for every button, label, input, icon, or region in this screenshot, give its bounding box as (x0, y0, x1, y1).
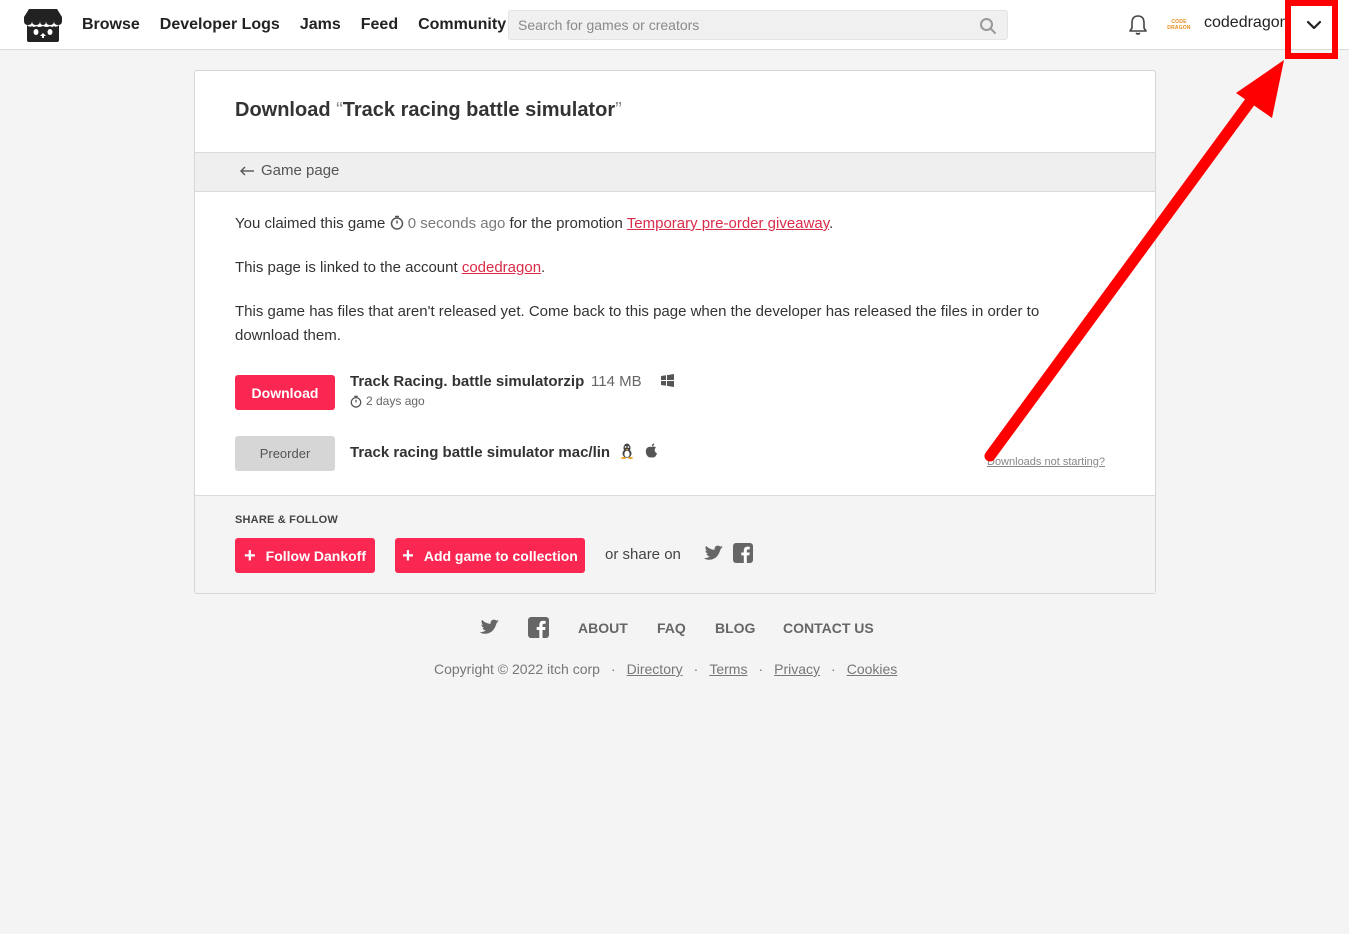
download-button[interactable]: Download (235, 375, 335, 410)
user-menu-dropdown-button[interactable] (1298, 8, 1330, 42)
game-title: Track racing battle simulator (342, 99, 616, 121)
stopwatch-icon (350, 395, 362, 408)
nav-browse[interactable]: Browse (82, 16, 140, 34)
file-name: Track Racing. battle simulatorzip (350, 373, 585, 390)
separator: · (758, 661, 764, 677)
privacy-link[interactable]: Privacy (774, 661, 820, 677)
chevron-down-icon (1306, 20, 1322, 30)
arrow-left-icon (240, 166, 254, 175)
username[interactable]: codedragon (1204, 14, 1289, 32)
add-to-collection-button[interactable]: + Add game to collection (395, 538, 585, 573)
share-follow-section: SHARE & FOLLOW + Follow Dankoff + Add ga… (195, 495, 1155, 593)
cookies-link[interactable]: Cookies (847, 661, 898, 677)
search-icon[interactable] (979, 17, 997, 35)
stopwatch-icon (390, 215, 403, 230)
search-box (508, 10, 1008, 40)
linked-text: This page is linked to the account (235, 259, 458, 276)
linked-account-message: This page is linked to the account coded… (235, 256, 545, 280)
apple-icon (645, 443, 657, 458)
follow-button[interactable]: + Follow Dankoff (235, 538, 375, 573)
claim-end: . (829, 215, 834, 232)
directory-link[interactable]: Directory (627, 661, 683, 677)
share-title: SHARE & FOLLOW (235, 514, 339, 526)
footer-facebook-icon[interactable] (528, 617, 549, 638)
search-input[interactable] (509, 11, 1007, 39)
footer-twitter-icon[interactable] (479, 619, 499, 636)
file-name: Track racing battle simulator mac/lin (350, 444, 611, 461)
copyright-line: Copyright © 2022 itch corp · Directory · Ter… (434, 661, 897, 677)
plus-icon: + (402, 544, 414, 567)
file-date-text: 2 days ago (366, 394, 425, 408)
nav-jams[interactable]: Jams (300, 16, 341, 34)
claim-message: You claimed this game 0 seconds ago for … (235, 212, 833, 236)
file-date: 2 days ago (350, 394, 425, 408)
claim-time: 0 seconds ago (407, 215, 506, 232)
separator: · (693, 661, 699, 677)
follow-label: Follow Dankoff (265, 547, 366, 564)
top-header: Browse Developer Logs Jams Feed Communit… (0, 0, 1349, 50)
or-share-text: or share on (605, 546, 681, 563)
game-nav-bar: Game page (195, 152, 1155, 192)
separator: · (831, 661, 836, 677)
footer-about-link[interactable]: ABOUT (578, 620, 628, 636)
twitter-icon[interactable] (703, 545, 723, 562)
footer-contact-link[interactable]: CONTACT US (783, 620, 874, 636)
claim-text: You claimed this game (235, 215, 386, 232)
nav-community[interactable]: Community (418, 16, 506, 34)
copyright-text: Copyright © 2022 itch corp (434, 661, 600, 677)
nav-developer-logs[interactable]: Developer Logs (160, 16, 280, 34)
unreleased-message: This game has files that aren't released… (235, 303, 1040, 344)
file-size: 114 MB (591, 373, 642, 390)
linux-icon (621, 443, 633, 459)
open-quote: “ (336, 99, 343, 121)
nav-feed[interactable]: Feed (361, 16, 398, 34)
notification-bell-icon[interactable] (1128, 14, 1148, 36)
title-prefix: Download (235, 99, 331, 121)
windows-icon (661, 374, 674, 387)
preorder-button[interactable]: Preorder (235, 436, 335, 471)
download-card: Download “Track racing battle simulator”… (194, 70, 1156, 594)
close-quote: ” (615, 99, 622, 121)
footer-blog-link[interactable]: BLOG (715, 620, 755, 636)
downloads-not-starting-link[interactable]: Downloads not starting? (987, 456, 1105, 468)
account-link[interactable]: codedragon (462, 259, 541, 276)
page-title: Download “Track racing battle simulator” (235, 99, 622, 122)
terms-link[interactable]: Terms (709, 661, 747, 677)
collection-label: Add game to collection (423, 547, 578, 564)
itch-logo-icon[interactable] (23, 7, 63, 43)
plus-icon: + (243, 544, 256, 567)
game-page-link[interactable]: Game page (239, 162, 339, 179)
game-page-label: Game page (261, 162, 340, 179)
avatar-text-line: DRAGON (1167, 25, 1191, 31)
facebook-icon[interactable] (733, 543, 753, 563)
promotion-link[interactable]: Temporary pre-order giveaway (627, 215, 829, 232)
separator: · (610, 661, 616, 677)
main-nav: Browse Developer Logs Jams Feed Communit… (82, 0, 526, 50)
footer-faq-link[interactable]: FAQ (657, 620, 686, 636)
claim-for: for the promotion (509, 215, 623, 232)
avatar[interactable]: CODE DRAGON (1166, 12, 1192, 38)
linked-end: . (541, 259, 546, 276)
